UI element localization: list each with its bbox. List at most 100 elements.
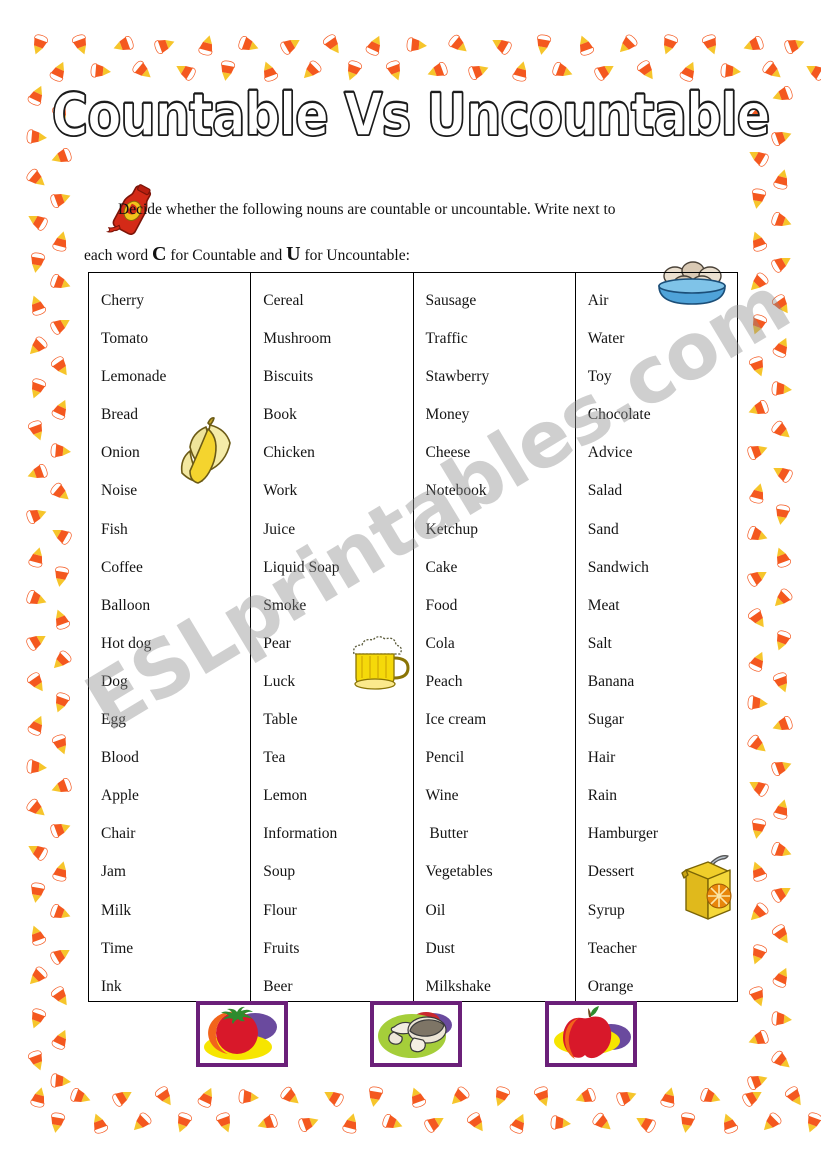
word-item[interactable]: Oil: [426, 892, 575, 930]
candy-corn-icon: [133, 1112, 152, 1131]
word-item[interactable]: Teacher: [588, 930, 737, 968]
candy-corn-icon: [50, 274, 71, 289]
word-item[interactable]: Fish: [101, 511, 250, 549]
candy-corn-icon: [752, 861, 767, 882]
word-item[interactable]: Meat: [588, 587, 737, 625]
candy-corn-icon: [495, 1086, 510, 1107]
word-item[interactable]: Biscuits: [263, 358, 412, 396]
candy-corn-icon: [776, 630, 791, 651]
word-item[interactable]: Notebook: [426, 472, 575, 510]
word-item[interactable]: Smoke: [263, 587, 412, 625]
word-item[interactable]: Sugar: [588, 701, 737, 739]
word-column: Cherry Tomato Lemonade Bread Onion Noise Fish C…: [89, 273, 252, 1001]
candy-corn-icon: [552, 62, 573, 77]
word-item[interactable]: Peach: [426, 663, 575, 701]
tomato-picture: [196, 1001, 288, 1067]
candy-corn-icon: [29, 966, 48, 985]
candy-corn-icon: [467, 1112, 483, 1132]
candy-corn-icon: [70, 1088, 91, 1103]
word-item[interactable]: Mushroom: [263, 320, 412, 358]
candy-corn-icon: [51, 1029, 67, 1050]
candy-corn-icon: [512, 61, 527, 82]
candy-corn-icon: [750, 902, 769, 921]
candy-corn-icon: [742, 1092, 762, 1107]
candy-corn-icon: [198, 35, 213, 56]
word-item[interactable]: Fruits: [263, 930, 412, 968]
word-item[interactable]: Lemonade: [101, 358, 250, 396]
word-item[interactable]: Time: [101, 930, 250, 968]
word-item[interactable]: Table: [263, 701, 412, 739]
word-item[interactable]: Liquid Soap: [263, 549, 412, 587]
word-item[interactable]: Hot dog: [101, 625, 250, 663]
uncountable-letter: U: [286, 243, 301, 265]
word-item[interactable]: Cereal: [263, 282, 412, 320]
word-item[interactable]: Money: [426, 396, 575, 434]
word-item[interactable]: Ketchup: [426, 511, 575, 549]
word-item[interactable]: Salt: [588, 625, 737, 663]
word-item[interactable]: Soup: [263, 853, 412, 891]
word-item[interactable]: Hair: [588, 739, 737, 777]
candy-corn-icon: [50, 1073, 71, 1088]
word-item[interactable]: Lemon: [263, 777, 412, 815]
candy-corn-icon: [26, 590, 47, 605]
word-item[interactable]: Dust: [426, 930, 575, 968]
candy-corn-icon: [619, 34, 638, 53]
word-item[interactable]: Sausage: [426, 282, 575, 320]
word-item[interactable]: Salad: [588, 472, 737, 510]
candy-corn-icon: [26, 798, 45, 816]
candy-corn-icon: [52, 861, 67, 882]
word-item[interactable]: Air: [588, 282, 737, 320]
word-item[interactable]: Coffee: [101, 549, 250, 587]
word-item[interactable]: Chair: [101, 815, 250, 853]
word-item[interactable]: Balloon: [101, 587, 250, 625]
word-item[interactable]: Juice: [263, 511, 412, 549]
word-item[interactable]: Jam: [101, 853, 250, 891]
word-item[interactable]: Cake: [426, 549, 575, 587]
candy-corn-icon: [424, 1118, 444, 1133]
word-item[interactable]: Rain: [588, 777, 737, 815]
word-item[interactable]: Blood: [101, 739, 250, 777]
word-item[interactable]: Stawberry: [426, 358, 575, 396]
candy-corn-icon: [771, 1011, 792, 1026]
word-item[interactable]: Butter: [426, 815, 575, 853]
word-item[interactable]: Food: [426, 587, 575, 625]
word-item[interactable]: Banana: [588, 663, 737, 701]
candy-corn-icon: [33, 34, 48, 55]
word-item[interactable]: Sandwich: [588, 549, 737, 587]
candy-corn-icon: [52, 530, 72, 545]
candy-corn-icon: [369, 1086, 384, 1107]
word-item[interactable]: Milk: [101, 892, 250, 930]
word-item[interactable]: Apple: [101, 777, 250, 815]
candy-corn-icon: [55, 566, 70, 587]
word-item[interactable]: Wine: [426, 777, 575, 815]
word-item[interactable]: Information: [263, 815, 412, 853]
word-item[interactable]: Chocolate: [588, 396, 737, 434]
word-item[interactable]: Pencil: [426, 739, 575, 777]
candy-corn-icon: [785, 1086, 801, 1106]
countable-letter: C: [152, 243, 167, 265]
word-item[interactable]: Advice: [588, 434, 737, 472]
word-item[interactable]: Cherry: [101, 282, 250, 320]
word-item[interactable]: Traffic: [426, 320, 575, 358]
word-item[interactable]: Cola: [426, 625, 575, 663]
word-item[interactable]: Ice cream: [426, 701, 575, 739]
word-item[interactable]: Water: [588, 320, 737, 358]
word-item[interactable]: Sand: [588, 511, 737, 549]
candy-corn-icon: [29, 336, 48, 355]
word-item[interactable]: Cheese: [426, 434, 575, 472]
word-item[interactable]: Egg: [101, 701, 250, 739]
word-item[interactable]: Tea: [263, 739, 412, 777]
candy-corn-icon: [663, 34, 678, 55]
word-item[interactable]: Vegetables: [426, 853, 575, 891]
word-item[interactable]: Dog: [101, 663, 250, 701]
word-item[interactable]: Toy: [588, 358, 737, 396]
word-item[interactable]: Chicken: [263, 434, 412, 472]
word-item[interactable]: Flour: [263, 892, 412, 930]
candy-corn-icon: [763, 1112, 782, 1131]
candy-corn-icon: [28, 1050, 43, 1071]
candy-corn-icon: [771, 381, 792, 396]
word-item[interactable]: Work: [263, 472, 412, 510]
candy-corn-icon: [216, 1112, 231, 1133]
word-item[interactable]: Tomato: [101, 320, 250, 358]
word-item[interactable]: Book: [263, 396, 412, 434]
